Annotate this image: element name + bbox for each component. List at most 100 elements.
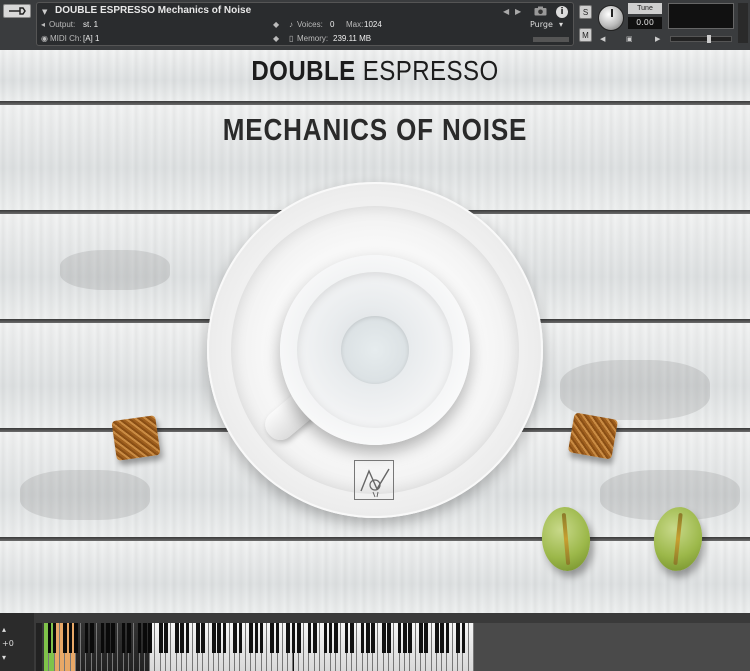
wood-wear [560,360,710,420]
piano-black-key[interactable] [387,623,391,653]
info-icon[interactable]: i [556,6,568,18]
piano-black-key[interactable] [238,623,243,653]
piano-black-key[interactable] [323,623,328,653]
piano-black-key[interactable] [185,623,190,653]
piano-black-key[interactable] [74,623,78,653]
collapse-icon[interactable]: ▼ [42,8,47,16]
voices-value: 0 [330,20,335,29]
octave-up-icon[interactable]: ▴ [2,625,6,634]
piano-black-key[interactable] [100,623,105,653]
volume-slider[interactable] [670,35,732,43]
output-label: Output: [49,20,76,29]
pan-icon[interactable]: ▣ [626,35,633,43]
octave-value: +0 [2,639,14,648]
midi-dropdown-icon[interactable]: ◆ [273,34,279,43]
piano-black-key[interactable] [217,623,221,653]
solo-button[interactable]: S [579,5,592,19]
piano-black-key[interactable] [222,623,227,653]
piano-black-key[interactable] [148,623,152,653]
next-instrument-icon[interactable]: ▶ [515,7,521,16]
piano-black-key[interactable] [47,623,52,653]
tune-value[interactable]: 0.00 [628,17,662,29]
sugar-cube-image [111,415,161,461]
piano-black-key[interactable] [440,623,444,653]
piano-black-key[interactable] [180,623,184,653]
piano-black-key[interactable] [164,623,168,653]
prev-instrument-icon[interactable]: ◀ [503,7,509,16]
piano-black-key[interactable] [196,623,200,653]
piano-black-key[interactable] [68,623,73,653]
piano-black-key[interactable] [456,623,460,653]
piano-black-key[interactable] [366,623,370,653]
output-icon: ◂ [41,20,46,29]
piano-black-key[interactable] [111,623,115,653]
tune-knob[interactable] [598,5,624,31]
piano-black-key[interactable] [403,623,407,653]
tune-right-icon[interactable]: ▶ [655,35,660,43]
tune-left-icon[interactable]: ◀ [600,35,605,43]
tune-label: Tune [628,3,662,14]
mute-button[interactable]: M [579,28,592,42]
piano-black-key[interactable] [291,623,296,653]
piano-black-key[interactable] [350,623,354,653]
piano-black-key[interactable] [158,623,163,653]
piano-black-key[interactable] [89,623,94,653]
piano-black-key[interactable] [84,623,89,653]
midi-label: MIDI Ch: [50,34,82,43]
piano-black-key[interactable] [270,623,275,653]
piano-black-key[interactable] [121,623,126,653]
piano-black-key[interactable] [312,623,317,653]
piano-black-key[interactable] [105,623,110,653]
piano-black-key[interactable] [344,623,349,653]
piano-black-key[interactable] [461,623,466,653]
piano-black-key[interactable] [254,623,259,653]
piano-black-key[interactable] [143,623,147,653]
purge-button[interactable]: Purge [530,20,553,29]
piano-black-key[interactable] [397,623,402,653]
piano-black-key[interactable] [424,623,429,653]
piano-black-key[interactable] [249,623,253,653]
piano-black-key[interactable] [334,623,338,653]
midi-icon: ◉ [41,34,48,43]
piano-black-key[interactable] [137,623,142,653]
piano-black-key[interactable] [275,623,280,653]
purge-dropdown-icon[interactable]: ▾ [559,20,563,29]
title-bold: DOUBLE [251,55,356,86]
piano-black-key[interactable] [201,623,206,653]
header-side-strip [738,3,748,43]
piano-black-key[interactable] [127,623,131,653]
piano-black-key[interactable] [286,623,290,653]
piano-black-key[interactable] [445,623,450,653]
piano-black-key[interactable] [435,623,439,653]
mod-wheel[interactable] [36,623,42,671]
midi-channel-value[interactable]: [A] 1 [83,34,99,43]
piano-black-key[interactable] [408,623,413,653]
instrument-name[interactable]: DOUBLE ESPRESSO Mechanics of Noise [55,5,251,16]
voices-label: Voices: [297,20,323,29]
piano-black-key[interactable] [419,623,423,653]
output-dropdown-icon[interactable]: ◆ [273,20,279,29]
piano-black-key[interactable] [63,623,68,653]
piano-black-key[interactable] [360,623,365,653]
piano-black-key[interactable] [52,623,57,653]
keyboard-area: ▴ +0 ▾ [0,613,750,671]
wrench-icon[interactable] [3,4,31,18]
kontakt-header: ▼ DOUBLE ESPRESSO Mechanics of Noise ◀ ▶… [0,0,750,50]
piano-black-key[interactable] [307,623,312,653]
piano-keyboard[interactable] [44,623,474,671]
keyboard-extension [474,623,750,671]
output-value[interactable]: st. 1 [83,20,98,29]
piano-black-key[interactable] [328,623,333,653]
piano-black-key[interactable] [259,623,264,653]
piano-black-key[interactable] [233,623,237,653]
piano-black-key[interactable] [381,623,386,653]
octave-down-icon[interactable]: ▾ [2,653,6,662]
piano-black-key[interactable] [371,623,375,653]
max-voices-value[interactable]: 1024 [364,20,382,29]
piano-black-key[interactable] [212,623,216,653]
camera-icon[interactable] [534,6,547,16]
piano-black-key[interactable] [297,623,301,653]
piano-black-key[interactable] [174,623,179,653]
output-meter [533,37,569,42]
sugar-cube-image [567,412,619,460]
